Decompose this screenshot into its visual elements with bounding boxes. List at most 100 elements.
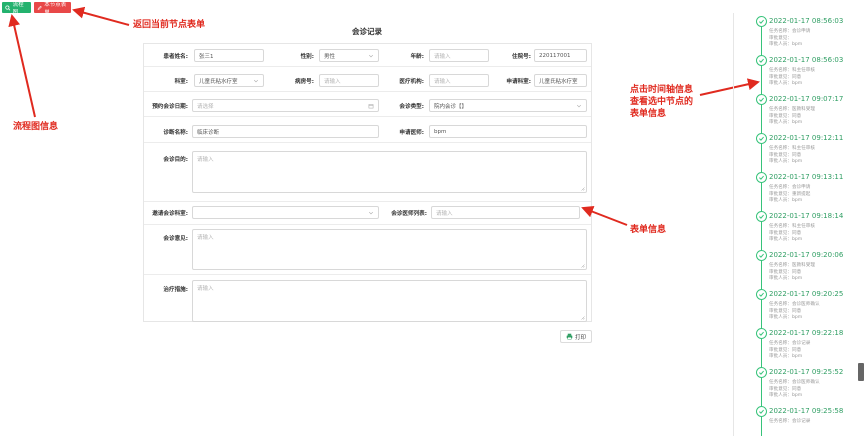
check-icon xyxy=(759,97,764,102)
purpose-textarea[interactable]: 请输入 xyxy=(192,151,587,193)
doctor-list-input[interactable]: 请输入 xyxy=(431,206,580,219)
invite-department-label: 邀请会诊科室: xyxy=(152,211,188,217)
appointment-date-picker[interactable]: 请选择 xyxy=(192,99,379,112)
timeline-opinion: 审批意见：同意 xyxy=(769,152,802,158)
timeline-item[interactable]: 2022-01-17 09:20:25 任务名称：会诊医师确认 审批意见：同意 审批人… xyxy=(734,286,856,325)
institution-input[interactable]: 请输入 xyxy=(429,74,489,87)
timeline-opinion: 审批意见：重新提起 xyxy=(769,191,811,197)
timeline-item[interactable]: 2022-01-17 09:12:11 任务名称：科主任审核 审批意见：同意 审批人员… xyxy=(734,130,856,169)
apply-department-input[interactable]: 儿童氏粘水疗室 xyxy=(534,74,587,87)
check-icon xyxy=(759,370,764,375)
apply-department-label: 申请科室: xyxy=(506,79,531,85)
timeline-approver: 审批人员：bpm xyxy=(769,315,803,320)
timeline-node xyxy=(756,328,767,339)
check-icon xyxy=(759,409,764,414)
calendar-icon xyxy=(368,104,374,109)
timeline-approver: 审批人员：bpm xyxy=(769,42,803,47)
timeline-item[interactable]: 2022-01-17 09:25:52 任务名称：会诊医师确认 审批意见：同意 审批人… xyxy=(734,364,856,403)
timeline-task: 任务名称：医教科受理 xyxy=(769,263,815,268)
timeline-time: 2022-01-17 09:22:18 xyxy=(769,329,844,337)
ward-no-label: 病房号: xyxy=(294,79,314,85)
gender-select[interactable]: 男性 xyxy=(319,49,379,62)
resize-grip-icon xyxy=(581,316,585,320)
timeline-node xyxy=(756,250,767,261)
consult-type-value: 院内会诊【】 xyxy=(434,103,468,110)
treatment-textarea[interactable]: 请输入 xyxy=(192,280,587,322)
check-icon xyxy=(759,331,764,336)
timeline-task: 任务名称：会诊记录 xyxy=(769,419,811,424)
timeline-node xyxy=(756,367,767,378)
apply-doctor-input[interactable]: bpm xyxy=(429,125,587,138)
annotation-timeline-hint: 点击时间轴信息 查看选中节点的 表单信息 xyxy=(630,85,694,119)
chevron-down-icon xyxy=(368,54,374,58)
check-icon xyxy=(759,292,764,297)
check-icon xyxy=(759,175,764,180)
timeline-time: 2022-01-17 09:18:14 xyxy=(769,212,844,220)
timeline-task: 任务名称：会诊医师确认 xyxy=(769,380,820,385)
timeline-opinion: 审批意见：同意 xyxy=(769,386,802,392)
timeline-time: 2022-01-17 09:20:25 xyxy=(769,290,844,298)
resize-grip-icon xyxy=(581,187,585,191)
annotation-flowchart: 流程图信息 xyxy=(13,122,59,132)
consult-type-select[interactable]: 院内会诊【】 xyxy=(429,99,587,112)
invite-department-select[interactable] xyxy=(192,206,379,219)
print-label: 打印 xyxy=(574,334,586,341)
annotation-form-info: 表单信息 xyxy=(630,225,667,235)
timeline-approver: 审批人员：bpm xyxy=(769,198,803,203)
hospital-no-input[interactable]: 220117001 xyxy=(534,49,587,62)
appointment-date-label: 预约会诊日期: xyxy=(152,104,188,110)
timeline-opinion: 审批意见：同意 xyxy=(769,269,802,275)
timeline-time: 2022-01-17 09:25:52 xyxy=(769,368,844,376)
ward-no-input[interactable]: 请输入 xyxy=(319,74,379,87)
opinion-label: 会诊意见: xyxy=(163,236,188,242)
timeline-item[interactable]: 2022-01-17 09:18:14 任务名称：科主任审核 审批意见：同意 审批人员… xyxy=(734,208,856,247)
timeline-opinion: 审批意见： xyxy=(769,35,792,41)
age-input[interactable]: 请输入 xyxy=(429,49,489,62)
timeline-item[interactable]: 2022-01-17 08:56:03 任务名称：科主任审核 审批意见：同意 审批人员… xyxy=(734,52,856,91)
consult-type-label: 会诊类型: xyxy=(399,104,424,110)
timeline-item[interactable]: 2022-01-17 09:22:18 任务名称：会诊记录 审批意见：同意 审批人员：… xyxy=(734,325,856,364)
search-icon xyxy=(5,5,11,10)
arrow-to-back-button xyxy=(72,6,130,26)
page-scrollbar[interactable] xyxy=(858,363,864,381)
diagnosis-input[interactable]: 临床诊断 xyxy=(192,125,379,138)
timeline-item[interactable]: 2022-01-17 09:07:17 任务名称：医教科受理 审批意见：同意 审批人员… xyxy=(734,91,856,130)
timeline-task: 任务名称：科主任审核 xyxy=(769,146,815,151)
timeline-node xyxy=(756,94,767,105)
print-button[interactable]: 打印 xyxy=(560,330,592,343)
timeline-task: 任务名称：会诊申请 xyxy=(769,29,811,34)
opinion-textarea[interactable]: 请输入 xyxy=(192,229,587,270)
timeline-task: 任务名称：科主任审核 xyxy=(769,224,815,229)
timeline-node xyxy=(756,211,767,222)
institution-label: 医疗机构: xyxy=(399,79,424,85)
timeline-time: 2022-01-17 09:25:58 xyxy=(769,407,844,415)
timeline: 2022-01-17 08:56:03 任务名称：会诊申请 审批意见： 审批人员：bp… xyxy=(733,13,856,436)
chevron-down-icon xyxy=(253,79,259,83)
appointment-date-placeholder: 请选择 xyxy=(197,103,214,110)
timeline-item[interactable]: 2022-01-17 09:20:06 任务名称：医教科受理 审批意见：同意 审批人员… xyxy=(734,247,856,286)
diagnosis-label: 诊断名称: xyxy=(163,130,188,136)
timeline-item[interactable]: 2022-01-17 09:25:58 任务名称：会诊记录 xyxy=(734,403,856,436)
check-icon xyxy=(759,19,764,24)
timeline-time: 2022-01-17 09:07:17 xyxy=(769,95,844,103)
timeline-time: 2022-01-17 09:13:11 xyxy=(769,173,844,181)
timeline-node xyxy=(756,55,767,66)
treatment-placeholder: 请输入 xyxy=(197,286,214,292)
print-icon xyxy=(566,333,573,340)
timeline-approver: 审批人员：bpm xyxy=(769,354,803,359)
edit-icon xyxy=(37,5,42,10)
arrow-to-flowchart-button xyxy=(8,14,36,118)
timeline-node xyxy=(756,406,767,417)
timeline-approver: 审批人员：bpm xyxy=(769,393,803,398)
check-icon xyxy=(759,253,764,258)
timeline-item[interactable]: 2022-01-17 09:13:11 任务名称：会诊申请 审批意见：重新提起 审批人… xyxy=(734,169,856,208)
flowchart-button[interactable]: 流程图 xyxy=(2,2,31,16)
check-icon xyxy=(759,136,764,141)
gender-label: 性别: xyxy=(300,54,314,60)
timeline-task: 任务名称：科主任审核 xyxy=(769,68,815,73)
current-node-form-button[interactable]: 本节点表单 xyxy=(34,2,71,16)
department-select[interactable]: 儿童氏粘水疗室 xyxy=(194,74,264,87)
annotation-back-form: 返回当前节点表单 xyxy=(133,20,206,30)
patient-name-input[interactable]: 张三1 xyxy=(194,49,264,62)
timeline-item[interactable]: 2022-01-17 08:56:03 任务名称：会诊申请 审批意见： 审批人员：bp… xyxy=(734,13,856,52)
